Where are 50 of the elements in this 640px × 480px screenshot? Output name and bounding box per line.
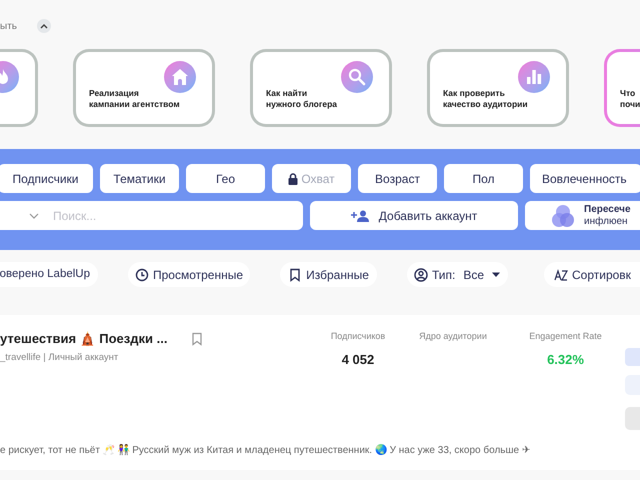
card-title: Реализация кампании агентством [89,88,181,110]
guide-card[interactable]: Как проверить качество аудитории [427,49,569,127]
filter-tab[interactable]: Сортировк [544,262,640,287]
bar-chart-icon [518,61,550,93]
intersection-card[interactable]: Пересече инфлюен [525,201,640,230]
chevron-icon [40,23,48,29]
filter-button[interactable]: Пол [444,164,523,193]
guide-card[interactable]: Реализация кампании агентством [73,49,215,127]
chevron-down-icon [29,212,39,218]
stat-label: Engagement Rate [529,330,602,343]
card-title: Что почи [620,88,640,110]
guide-card[interactable]: Что почи [604,49,640,127]
stat-value: 4 052 [342,350,374,368]
card-title: Как проверить качество аудитории [443,88,529,110]
add-user-icon [350,210,369,222]
clock-icon [134,268,149,282]
intersection-title: Пересече [584,204,631,216]
filter-tab[interactable]: Просмотренные [128,262,250,287]
search-icon [341,61,373,93]
collapse-link[interactable]: ыть [0,18,17,34]
venn-icon [552,204,574,228]
filter-button[interactable]: Гео [186,164,265,193]
filter-button[interactable]: Возраст [358,164,437,193]
filter-button[interactable]: Вовлеченность [530,164,640,193]
caret-icon [491,272,502,278]
filter-tab[interactable]: оверено LabelUp [0,262,98,287]
stat-label: Ядро аудитории [419,330,487,343]
stat-label: Подписчиков [330,330,386,343]
social-link[interactable] [625,348,640,366]
account-handle: _travellife | Личный аккаунт [0,351,120,365]
stat-value: 6.32% [547,350,584,368]
filter-button[interactable]: Тематики [100,164,179,193]
search-field[interactable]: Поиск... [0,201,303,230]
bookmark-icon[interactable] [191,332,204,346]
intersection-subtitle: инфлюен [584,216,629,228]
filter-tab[interactable]: Избранные [280,262,377,287]
user-icon [414,268,428,282]
house-icon [164,61,196,93]
card-title: Как найти нужного блогера [266,88,338,110]
bookmark-icon [288,268,302,282]
collapse-toggle[interactable] [36,19,51,33]
account-title[interactable]: утешествия 🛕 Поездки ... [0,329,168,349]
sort-az-icon [554,268,568,282]
filter-button[interactable]: Подписчики [0,164,93,193]
add-account-button[interactable]: Добавить аккаунт [310,201,518,230]
lock-icon [288,172,298,184]
search-input[interactable]: Поиск... [53,206,253,224]
account-bio: е рискует, тот не пьёт 🥂 👫 Русский муж из Китая и младенец путешественник. 🌏 У нас уже 33, скоро больше ✈ [0,443,530,458]
type-dropdown[interactable]: Тип: Все [407,262,508,287]
guide-card[interactable]: Как найти нужного блогера [250,49,392,127]
